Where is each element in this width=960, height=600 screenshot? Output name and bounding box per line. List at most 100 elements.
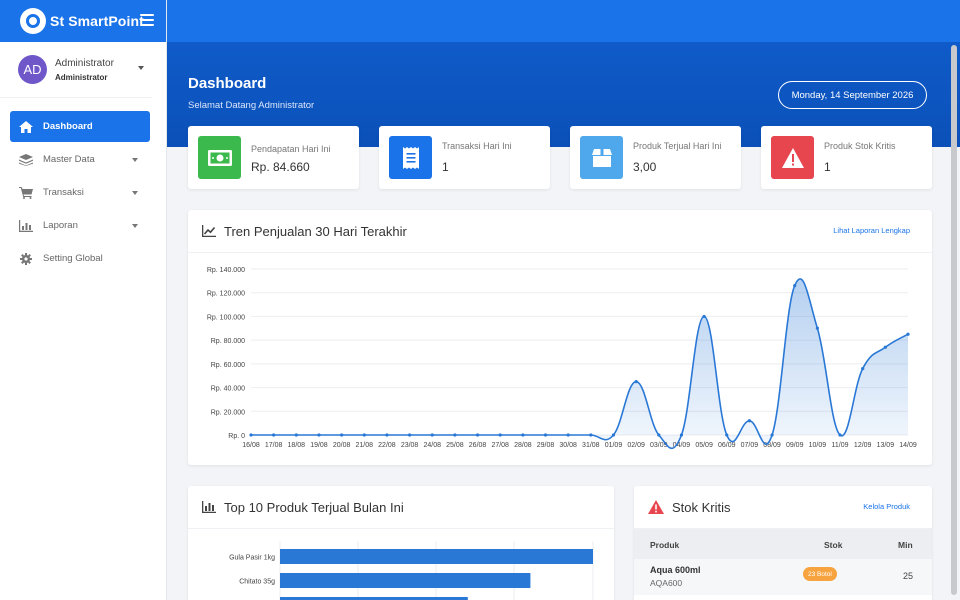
x-tick-label: 05/09	[695, 442, 713, 449]
data-point	[272, 433, 276, 437]
stat-card-transaksi: Transaksi Hari Ini 1	[379, 126, 550, 189]
chevron-down-icon	[132, 224, 138, 228]
data-point	[906, 332, 910, 336]
line-chart-icon	[202, 225, 216, 237]
x-tick-label: 22/08	[378, 442, 396, 449]
min-stock: 25	[903, 571, 914, 581]
data-point	[861, 367, 865, 371]
stok-kritis-panel: Stok Kritis Kelola Produk Produk Stok Mi…	[634, 486, 932, 600]
sidebar: St SmartPoint AD Administrator Administr…	[0, 0, 167, 600]
x-tick-label: 02/09	[627, 442, 645, 449]
trend-title: Tren Penjualan 30 Hari Terakhir	[224, 223, 407, 239]
sidebar-item-master-data[interactable]: Master Data	[10, 144, 150, 175]
top-products-chart: Gula Pasir 1kgChitato 35gAqua 600ml	[229, 541, 594, 600]
data-point	[589, 433, 593, 437]
x-tick-label: 24/08	[423, 442, 441, 449]
stat-card-produk-terjual: Produk Terjual Hari Ini 3,00	[570, 126, 741, 189]
bar-chart-icon	[202, 501, 216, 513]
manage-products-link[interactable]: Kelola Produk	[863, 502, 910, 511]
top-products-panel: Top 10 Produk Terjual Bulan Ini Gula Pas…	[188, 486, 614, 600]
database-icon	[18, 153, 34, 166]
x-tick-label: 27/08	[491, 442, 509, 449]
stok-kritis-header: Stok Kritis Kelola Produk	[634, 486, 932, 529]
x-tick-label: 13/09	[877, 442, 895, 449]
stat-value: 1	[824, 160, 831, 174]
user-role: Administrator	[55, 72, 108, 82]
page-title: Dashboard	[188, 75, 267, 92]
y-tick-label: Rp. 40.000	[211, 386, 245, 393]
page-scrollbar[interactable]	[948, 42, 960, 600]
stat-card-pendapatan: Pendapatan Hari Ini Rp. 84.660	[188, 126, 359, 189]
stat-value: 3,00	[633, 160, 657, 174]
sidebar-item-label: Setting Global	[43, 253, 103, 264]
column-header-stok: Stok	[824, 540, 843, 550]
sidebar-item-laporan[interactable]: Laporan	[10, 210, 150, 241]
table-row[interactable]: Aqua 600ml AQA600 23 Botol 25	[634, 559, 932, 595]
x-tick-label: 20/08	[333, 442, 351, 449]
x-tick-label: 10/09	[809, 442, 827, 449]
warning-icon	[648, 500, 664, 514]
data-point	[770, 433, 774, 437]
x-tick-label: 31/08	[582, 442, 600, 449]
y-tick-label: Rp. 60.000	[211, 362, 245, 369]
data-point	[793, 284, 797, 288]
stat-label: Produk Terjual Hari Ini	[633, 141, 722, 151]
user-name: Administrator	[55, 57, 114, 69]
top-products-header: Top 10 Produk Terjual Bulan Ini	[188, 486, 614, 529]
scrollbar-thumb[interactable]	[951, 45, 957, 595]
data-point	[385, 433, 389, 437]
sidebar-item-dashboard[interactable]: Dashboard	[10, 111, 150, 142]
x-tick-label: 17/08	[265, 442, 283, 449]
x-tick-label: 16/08	[242, 442, 260, 449]
data-point	[475, 433, 480, 437]
x-tick-label: 30/08	[559, 442, 577, 449]
sidebar-item-transaksi[interactable]: Transaksi	[10, 177, 150, 208]
data-point	[362, 433, 366, 437]
stat-label: Transaksi Hari Ini	[442, 141, 512, 151]
box-icon	[580, 136, 623, 179]
x-tick-label: 11/09	[832, 442, 849, 449]
stok-table-header: Produk Stok Min	[634, 529, 932, 559]
data-point	[657, 433, 661, 437]
gear-icon	[18, 252, 34, 265]
category-label: Chitato 35g	[239, 579, 275, 586]
x-tick-label: 28/08	[514, 442, 532, 449]
x-tick-label: 14/09	[899, 442, 917, 449]
warning-icon	[771, 136, 814, 179]
full-report-link[interactable]: Lihat Laporan Lengkap	[833, 226, 910, 235]
menu-toggle-icon[interactable]	[140, 14, 154, 26]
bar	[280, 573, 531, 588]
data-point	[294, 433, 298, 437]
trend-panel: Tren Penjualan 30 Hari Terakhir Lihat La…	[188, 210, 932, 465]
data-point	[747, 419, 752, 423]
column-header-produk: Produk	[650, 540, 680, 550]
data-point	[611, 433, 616, 437]
x-tick-label: 09/09	[786, 442, 804, 449]
x-tick-label: 07/09	[741, 442, 759, 449]
top-products-title: Top 10 Produk Terjual Bulan Ini	[224, 499, 404, 515]
y-tick-label: Rp. 0	[228, 433, 245, 440]
stok-kritis-title: Stok Kritis	[672, 499, 731, 515]
data-point	[407, 433, 412, 437]
bar-chart-icon	[18, 219, 34, 232]
x-tick-label: 29/08	[537, 442, 555, 449]
x-tick-label: 06/09	[718, 442, 736, 449]
sidebar-item-label: Dashboard	[43, 121, 93, 132]
y-tick-label: Rp. 80.000	[211, 338, 245, 345]
trend-chart: Rp. 0 Rp. 20.000 Rp. 40.000 Rp. 60.000 Rp. 8…	[207, 267, 917, 450]
data-point	[317, 433, 321, 437]
data-point	[725, 433, 729, 437]
data-point	[249, 433, 253, 437]
data-point	[702, 314, 706, 319]
data-point	[838, 433, 842, 437]
y-tick-label: Rp. 140.000	[207, 267, 245, 274]
chevron-down-icon	[138, 66, 144, 70]
cart-icon	[18, 186, 34, 199]
sidebar-item-setting-global[interactable]: Setting Global	[10, 243, 150, 274]
x-tick-label: 18/08	[288, 442, 306, 449]
data-point	[430, 433, 434, 437]
user-menu[interactable]: AD Administrator Administrator	[0, 42, 152, 98]
product-code: AQA600	[650, 578, 683, 588]
product-name: Aqua 600ml	[650, 565, 701, 575]
data-point	[815, 326, 819, 330]
